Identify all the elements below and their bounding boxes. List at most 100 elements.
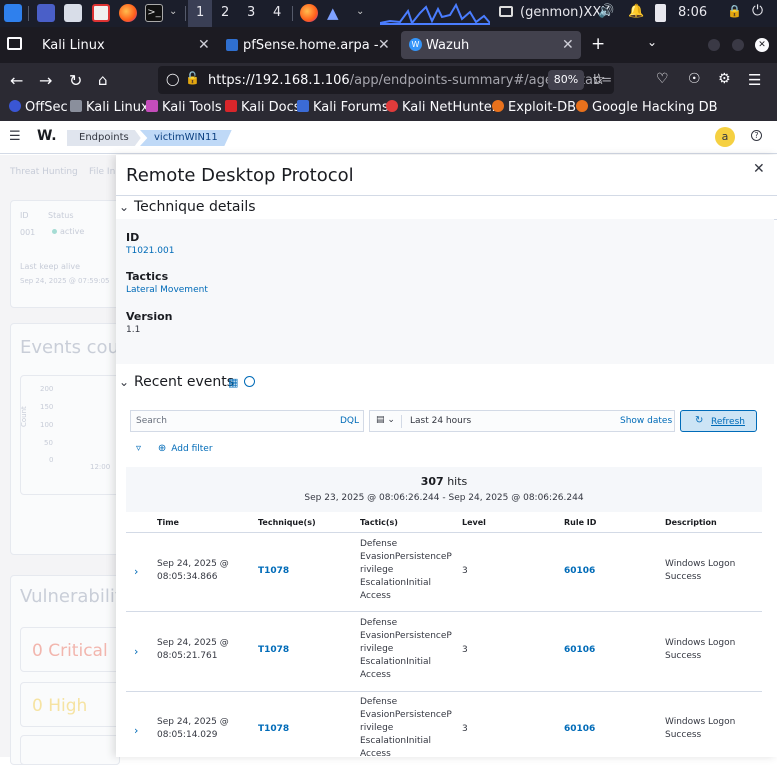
table-row[interactable]: › Sep 24, 2025 @08:05:34.866 T1078 Defen… xyxy=(126,533,762,612)
kali-menu-icon[interactable] xyxy=(4,4,22,22)
expand-row-icon[interactable]: › xyxy=(134,565,138,578)
shield-icon[interactable]: ◯ xyxy=(166,72,179,86)
visualize-icon[interactable]: ▦ xyxy=(228,376,238,389)
calendar-icon[interactable]: ▤ ⌄ xyxy=(376,415,402,428)
back-arrow-icon[interactable]: ← xyxy=(10,71,23,90)
notification-bell-icon[interactable]: 🔔 xyxy=(628,4,644,19)
column-header-tactic[interactable]: Tactic(s) xyxy=(360,518,398,527)
close-window-icon[interactable]: ✕ xyxy=(755,38,769,52)
bookmark-offsec[interactable]: OffSec xyxy=(9,100,68,115)
add-filter-button[interactable]: ⊕ Add filter xyxy=(158,443,213,454)
tab-pfsense[interactable]: pfSense.home.arpa - Stat ✕ xyxy=(218,31,396,59)
extensions-icon[interactable]: ⚙ xyxy=(718,71,731,87)
expand-row-icon[interactable]: › xyxy=(134,724,138,737)
breadcrumb-endpoints[interactable]: Endpoints xyxy=(67,130,141,146)
bookmark-kali-docs[interactable]: Kali Docs xyxy=(225,100,301,115)
date-range-label[interactable]: Last 24 hours xyxy=(410,416,471,426)
id-label: ID xyxy=(126,231,140,244)
refresh-icon: ↻ xyxy=(695,415,704,426)
help-icon[interactable]: ? xyxy=(751,130,762,141)
wazuh-logo[interactable]: W. xyxy=(37,128,57,144)
technique-details-header[interactable]: ⌄ Technique details xyxy=(116,195,777,220)
technique-id-link[interactable]: T1021.001 xyxy=(126,246,174,256)
close-tab-icon[interactable]: ✕ xyxy=(378,37,390,53)
nethunter-icon xyxy=(386,100,398,112)
battery-icon[interactable] xyxy=(655,4,666,22)
discover-compass-icon[interactable] xyxy=(244,376,255,387)
bookmark-kali-nethunter[interactable]: Kali NetHunter xyxy=(386,100,497,115)
workspace-3[interactable]: 3 xyxy=(247,5,255,20)
column-header-rule-id[interactable]: Rule ID xyxy=(564,518,596,527)
insecure-lock-icon[interactable]: 🔓 xyxy=(185,71,200,85)
forward-arrow-icon[interactable]: → xyxy=(39,71,52,90)
screen-icon[interactable] xyxy=(499,6,513,17)
dql-toggle[interactable]: DQL xyxy=(340,416,359,426)
avatar[interactable]: a xyxy=(715,127,735,147)
volume-icon[interactable]: 🔊 xyxy=(598,4,614,19)
address-bar[interactable]: ◯ 🔓 https://192.168.1.106/app/endpoints-… xyxy=(158,66,614,94)
chevron-down-icon[interactable]: ⌄ xyxy=(169,6,177,17)
clock[interactable]: 8:06 xyxy=(678,5,707,20)
maximize-window-icon[interactable] xyxy=(732,39,744,51)
technique-link[interactable]: T1078 xyxy=(258,644,289,657)
workspace-4[interactable]: 4 xyxy=(273,5,281,20)
time-cell: Sep 24, 2025 @08:05:21.761 xyxy=(157,638,229,661)
power-icon[interactable]: ⏻ xyxy=(752,3,763,19)
account-icon[interactable]: ☉ xyxy=(688,71,701,87)
text-editor-icon[interactable] xyxy=(92,4,110,22)
close-tab-icon[interactable]: ✕ xyxy=(198,37,210,53)
close-tab-icon[interactable]: ✕ xyxy=(562,37,574,53)
file-manager-icon[interactable] xyxy=(64,4,82,22)
zoom-level[interactable]: 80% xyxy=(548,70,584,90)
new-tab-icon[interactable]: + xyxy=(591,34,605,54)
bookmark-kali-tools[interactable]: Kali Tools xyxy=(146,100,222,115)
technique-link[interactable]: T1078 xyxy=(258,723,289,736)
list-tabs-icon[interactable]: ⌄ xyxy=(647,35,657,49)
column-header-time[interactable]: Time xyxy=(157,518,179,527)
kali-dragon-icon[interactable]: ▲ xyxy=(327,4,345,22)
rule-id-link[interactable]: 60106 xyxy=(564,565,595,578)
column-header-description[interactable]: Description xyxy=(665,518,717,527)
terminal-icon[interactable]: >_ xyxy=(145,4,163,22)
reload-icon[interactable]: ↻ xyxy=(69,71,82,90)
bookmark-star-icon[interactable]: ☆ xyxy=(592,70,605,88)
home-icon[interactable]: ⌂ xyxy=(98,71,108,89)
bookmark-kali-linux[interactable]: Kali Linux xyxy=(70,100,149,115)
tab-threat-hunting[interactable]: Threat Hunting xyxy=(10,167,78,177)
workspace-2[interactable]: 2 xyxy=(221,5,229,20)
rule-id-link[interactable]: 60106 xyxy=(564,644,595,657)
bookmark-kali-forums[interactable]: Kali Forums xyxy=(297,100,389,115)
column-header-technique[interactable]: Technique(s) xyxy=(258,518,316,527)
firefox-icon[interactable] xyxy=(119,4,137,22)
tab-file-integrity[interactable]: File In xyxy=(89,167,115,177)
firefox-window-icon[interactable] xyxy=(300,4,318,22)
technique-link[interactable]: T1078 xyxy=(258,565,289,578)
tab-wazuh[interactable]: W Wazuh ✕ xyxy=(401,31,581,59)
minimize-window-icon[interactable] xyxy=(708,39,720,51)
show-dates-link[interactable]: Show dates xyxy=(620,416,672,426)
hamburger-menu-icon[interactable]: ☰ xyxy=(9,129,21,144)
chevron-down-icon[interactable]: ⌄ xyxy=(356,6,364,17)
recent-events-header[interactable]: ⌄ Recent events ▦ xyxy=(116,373,777,397)
rule-id-link[interactable]: 60106 xyxy=(564,723,595,736)
filter-funnel-icon[interactable]: ▿ xyxy=(136,443,141,454)
column-header-level[interactable]: Level xyxy=(462,518,486,527)
desktop-icon[interactable] xyxy=(37,4,55,22)
pocket-icon[interactable]: ♡ xyxy=(656,71,669,87)
workspace-1[interactable]: 1 xyxy=(196,5,204,20)
tactic-link[interactable]: Lateral Movement xyxy=(126,285,208,295)
breadcrumb-agent[interactable]: victimWIN11 xyxy=(140,130,232,146)
close-icon[interactable]: ✕ xyxy=(753,161,765,177)
bookmark-google-hacking-db[interactable]: Google Hacking DB xyxy=(576,100,718,115)
menu-hamburger-icon[interactable]: ☰ xyxy=(748,71,761,89)
date-picker[interactable]: ▤ ⌄ Last 24 hours Show dates xyxy=(369,410,675,432)
refresh-button[interactable]: ↻ Refresh xyxy=(680,410,757,432)
search-input[interactable]: Search DQL xyxy=(130,410,364,432)
bookmark-exploit-db[interactable]: Exploit-DB xyxy=(492,100,576,115)
table-row[interactable]: › Sep 24, 2025 @08:05:14.029 T1078 Defen… xyxy=(126,692,762,757)
tab-kali-linux[interactable]: Kali Linux ✕ xyxy=(30,31,216,59)
expand-row-icon[interactable]: › xyxy=(134,645,138,658)
firefox-view-icon[interactable] xyxy=(7,37,22,50)
table-row[interactable]: › Sep 24, 2025 @08:05:21.761 T1078 Defen… xyxy=(126,613,762,692)
lock-icon[interactable]: 🔒 xyxy=(727,4,742,18)
